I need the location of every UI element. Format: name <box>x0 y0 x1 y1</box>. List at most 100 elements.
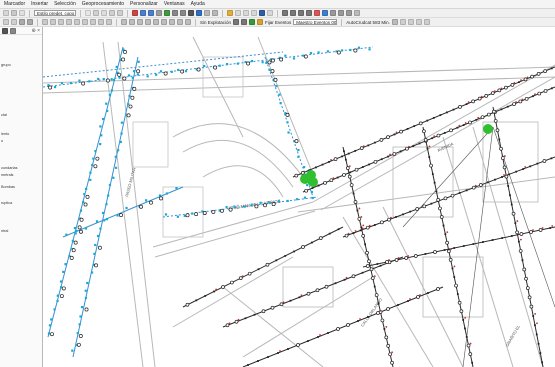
node-symbol[interactable] <box>367 316 369 318</box>
node-symbol[interactable] <box>506 105 509 108</box>
hydrant-symbol[interactable] <box>79 229 83 234</box>
valve-symbol[interactable] <box>297 148 300 152</box>
manhole-symbol[interactable] <box>333 157 338 161</box>
manhole-symbol[interactable] <box>238 276 243 280</box>
valve-symbol[interactable] <box>89 171 92 174</box>
tool-c-icon[interactable] <box>415 19 422 25</box>
sketch-icon[interactable] <box>338 10 344 16</box>
valve-symbol[interactable] <box>279 102 282 105</box>
node-symbol[interactable] <box>307 340 309 342</box>
valve-symbol[interactable] <box>53 85 57 89</box>
valve-symbol[interactable] <box>127 74 131 77</box>
manhole-symbol[interactable] <box>323 180 327 185</box>
valve-symbol[interactable] <box>56 299 59 303</box>
toc-item-iento[interactable]: iento <box>1 132 9 136</box>
node-symbol[interactable] <box>539 352 542 354</box>
hydrant-symbol[interactable] <box>121 57 125 62</box>
manhole-symbol[interactable] <box>449 128 453 133</box>
node-symbol[interactable] <box>550 157 553 160</box>
manhole-symbol[interactable] <box>301 245 305 249</box>
manhole-symbol[interactable] <box>422 129 426 134</box>
node-symbol[interactable] <box>361 271 364 274</box>
edit-vertices-icon[interactable] <box>282 10 288 16</box>
manhole-symbol[interactable] <box>530 74 534 79</box>
valve-symbol[interactable] <box>108 93 112 97</box>
hydrant-symbol[interactable] <box>149 200 153 205</box>
valve-symbol[interactable] <box>79 315 82 318</box>
direction-marker[interactable] <box>359 318 361 320</box>
manhole-symbol[interactable] <box>495 128 500 133</box>
node-symbol[interactable] <box>344 158 347 161</box>
valve-symbol[interactable] <box>64 263 67 266</box>
manhole-symbol[interactable] <box>379 138 384 142</box>
pin-icon[interactable]: ⊕ × <box>32 28 41 34</box>
hydrant-symbol[interactable] <box>59 294 64 298</box>
valve-symbol[interactable] <box>93 252 96 255</box>
hydrant-symbol[interactable] <box>95 156 100 161</box>
manhole-symbol[interactable] <box>380 220 384 225</box>
valve-symbol[interactable] <box>116 214 119 217</box>
manhole-symbol[interactable] <box>315 288 320 293</box>
manhole-symbol[interactable] <box>458 105 462 109</box>
manhole-symbol[interactable] <box>367 259 371 264</box>
direction-marker[interactable] <box>428 145 431 148</box>
hydrant-symbol[interactable] <box>273 77 278 82</box>
direction-marker[interactable] <box>397 257 400 259</box>
arrow-right-icon[interactable] <box>50 19 56 25</box>
hydrant-symbol[interactable] <box>61 286 66 291</box>
direction-marker[interactable] <box>516 220 519 222</box>
event-icon[interactable] <box>257 19 264 25</box>
valve-symbol[interactable] <box>120 121 123 124</box>
hydrant-symbol[interactable] <box>94 263 99 268</box>
node-symbol[interactable] <box>534 324 536 327</box>
valve-symbol[interactable] <box>117 149 120 152</box>
manhole-symbol[interactable] <box>247 271 252 276</box>
arrow-left-icon[interactable] <box>42 19 48 25</box>
node-symbol[interactable] <box>452 108 455 111</box>
node-symbol[interactable] <box>337 228 340 231</box>
node-symbol[interactable] <box>395 216 397 218</box>
node-symbol[interactable] <box>409 210 412 213</box>
manhole-symbol[interactable] <box>365 250 369 255</box>
node-symbol[interactable] <box>509 194 511 197</box>
hydrant-symbol[interactable] <box>180 69 185 74</box>
manhole-symbol[interactable] <box>225 323 230 328</box>
manhole-symbol[interactable] <box>351 274 356 279</box>
valve-symbol[interactable] <box>95 220 99 223</box>
snapping-icon[interactable] <box>346 10 352 16</box>
toc-item-metrals[interactable]: metrals <box>1 173 13 177</box>
node-symbol[interactable] <box>427 292 429 294</box>
manhole-symbol[interactable] <box>447 249 451 254</box>
toc-item-o[interactable]: o <box>1 139 3 143</box>
valve-symbol[interactable] <box>102 77 105 81</box>
node-symbol[interactable] <box>315 166 317 169</box>
manhole-symbol[interactable] <box>518 249 523 253</box>
node-symbol[interactable] <box>412 145 415 147</box>
valve-symbol[interactable] <box>259 201 262 204</box>
direction-marker[interactable] <box>347 232 350 235</box>
node-symbol[interactable] <box>361 166 364 168</box>
manhole-symbol[interactable] <box>515 230 519 235</box>
direction-marker[interactable] <box>532 229 534 231</box>
tool-d-icon[interactable] <box>423 19 430 25</box>
manhole-symbol[interactable] <box>468 352 473 356</box>
valve-symbol[interactable] <box>218 64 221 67</box>
node-symbol[interactable] <box>482 241 484 243</box>
manhole-symbol[interactable] <box>399 129 403 134</box>
valve-symbol[interactable] <box>83 193 86 196</box>
event-marker[interactable] <box>483 124 493 134</box>
node-symbol[interactable] <box>494 178 496 181</box>
valve-symbol[interactable] <box>96 234 100 238</box>
node-symbol[interactable] <box>277 352 279 354</box>
zoom-in-icon[interactable] <box>140 10 146 16</box>
node-symbol[interactable] <box>349 171 352 174</box>
valve-symbol[interactable] <box>99 125 102 128</box>
node-symbol[interactable] <box>453 247 456 249</box>
manhole-symbol[interactable] <box>459 309 464 314</box>
table-icon[interactable] <box>235 10 241 16</box>
node-symbol[interactable] <box>341 155 344 158</box>
node-symbol[interactable] <box>430 202 433 205</box>
manhole-symbol[interactable] <box>329 178 334 183</box>
toc-item-cundarias[interactable]: cundarias <box>1 166 17 170</box>
manhole-symbol[interactable] <box>422 204 427 209</box>
